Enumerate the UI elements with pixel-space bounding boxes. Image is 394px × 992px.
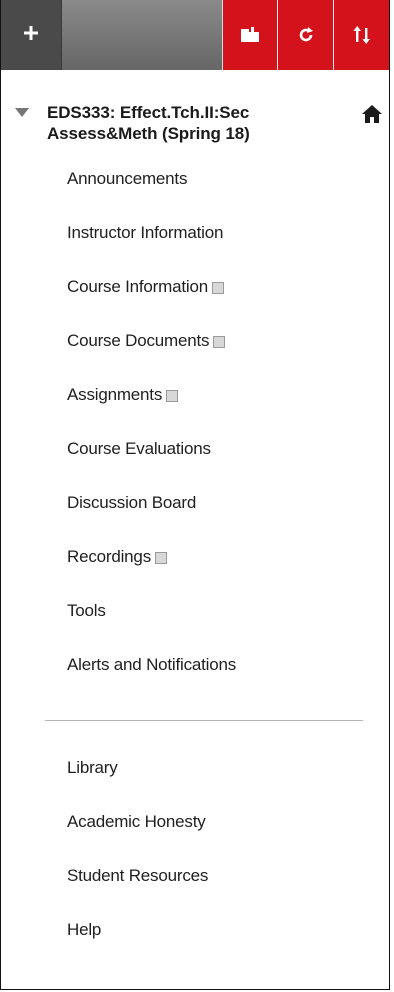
- collapse-arrow-icon[interactable]: [15, 108, 29, 117]
- content-area-icon: [155, 552, 167, 564]
- menu-item-help[interactable]: Help: [67, 903, 389, 957]
- plus-icon: [22, 21, 40, 49]
- course-menu-list: Announcements Instructor Information Cou…: [1, 144, 389, 692]
- reorder-button[interactable]: [333, 0, 389, 70]
- course-menu-toolbar: [1, 0, 389, 70]
- secondary-menu-list: Library Academic Honesty Student Resourc…: [1, 721, 389, 957]
- home-icon[interactable]: [361, 104, 383, 129]
- refresh-icon: [297, 26, 315, 44]
- menu-item-course-documents[interactable]: Course Documents: [67, 314, 389, 368]
- folder-view-button[interactable]: [221, 0, 278, 70]
- menu-item-announcements[interactable]: Announcements: [67, 152, 389, 206]
- menu-item-alerts-and-notifications[interactable]: Alerts and Notifications: [67, 638, 389, 692]
- content-area-icon: [166, 390, 179, 402]
- course-title-line1: EDS333: Effect.Tch.II:Sec: [47, 103, 250, 122]
- content-area-icon: [213, 336, 226, 348]
- course-menu-panel: EDS333: Effect.Tch.II:Sec Assess&Meth (S…: [0, 0, 390, 990]
- content-area-icon: [211, 282, 224, 294]
- course-title[interactable]: EDS333: Effect.Tch.II:Sec Assess&Meth (S…: [47, 102, 369, 144]
- menu-item-academic-honesty[interactable]: Academic Honesty: [67, 795, 389, 849]
- toolbar-spacer: [60, 0, 222, 70]
- refresh-button[interactable]: [277, 0, 334, 70]
- menu-item-course-evaluations[interactable]: Course Evaluations: [67, 422, 389, 476]
- menu-item-course-information[interactable]: Course Information: [67, 260, 389, 314]
- menu-item-discussion-board[interactable]: Discussion Board: [67, 476, 389, 530]
- menu-item-assignments[interactable]: Assignments: [67, 368, 389, 422]
- menu-item-instructor-information[interactable]: Instructor Information: [67, 206, 389, 260]
- menu-item-library[interactable]: Library: [67, 741, 389, 795]
- course-header: EDS333: Effect.Tch.II:Sec Assess&Meth (S…: [1, 70, 389, 144]
- add-menu-item-button[interactable]: [1, 0, 61, 70]
- folder-icon: [239, 26, 261, 44]
- sort-icon: [352, 26, 372, 44]
- menu-item-tools[interactable]: Tools: [67, 584, 389, 638]
- menu-item-recordings[interactable]: Recordings: [67, 530, 389, 584]
- menu-item-student-resources[interactable]: Student Resources: [67, 849, 389, 903]
- course-title-line2: Assess&Meth (Spring 18): [47, 124, 250, 143]
